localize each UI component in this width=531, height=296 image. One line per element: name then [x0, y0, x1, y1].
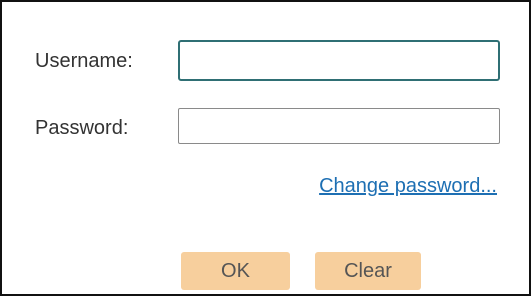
ok-button[interactable]: OK [181, 252, 290, 290]
password-input[interactable] [178, 108, 500, 144]
change-password-link[interactable]: Change password... [319, 174, 497, 198]
login-dialog: Username: Password: Change password... O… [0, 0, 531, 296]
username-label: Username: [35, 50, 133, 72]
password-label: Password: [35, 117, 129, 139]
username-input[interactable] [178, 40, 500, 81]
clear-button[interactable]: Clear [315, 252, 421, 290]
